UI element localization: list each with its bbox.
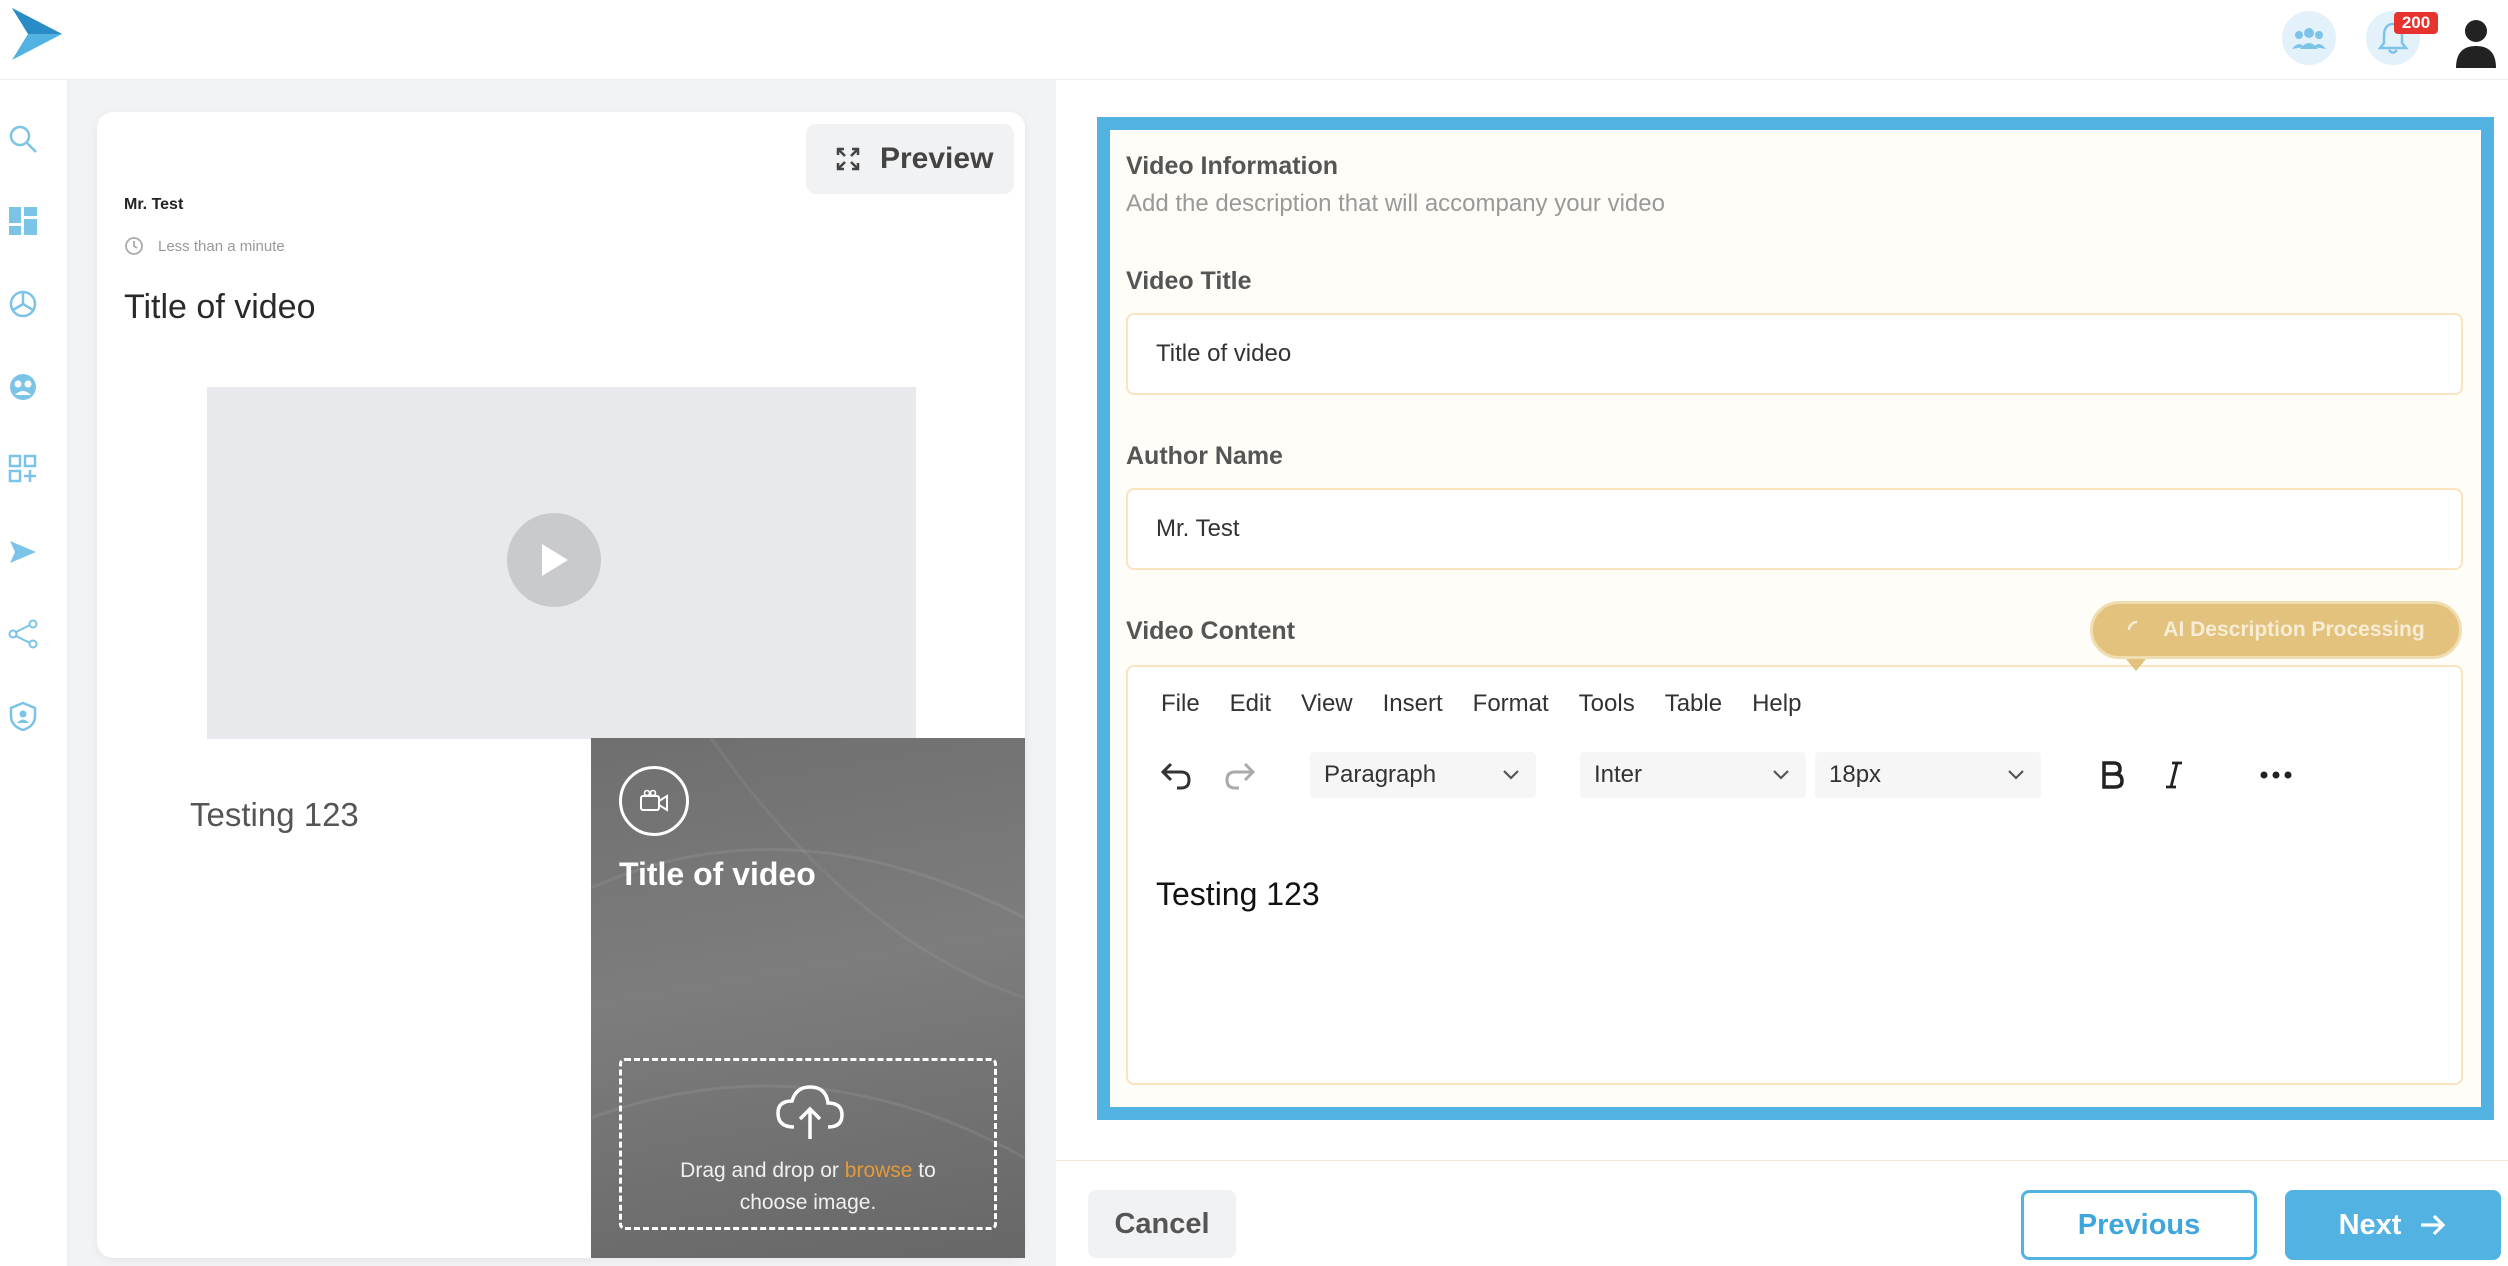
video-title-input[interactable] (1126, 313, 2463, 395)
thumbnail-title: Title of video (619, 856, 816, 892)
menu-table[interactable]: Table (1665, 690, 1722, 718)
next-button-label: Next (2338, 1208, 2402, 1241)
menu-view[interactable]: View (1301, 690, 1353, 718)
dropzone-text-part: to (912, 1159, 936, 1182)
shield-icon[interactable] (6, 699, 40, 733)
send-icon[interactable] (6, 535, 40, 569)
font-family-value: Inter (1594, 761, 1643, 788)
block-format-select[interactable]: Paragraph (1310, 752, 1536, 798)
preview-author: Mr. Test (124, 196, 184, 213)
author-name-input[interactable] (1126, 488, 2463, 570)
ai-description-button[interactable]: AI Description Processing (2090, 601, 2462, 659)
top-bar: 200 (0, 0, 2508, 80)
preview-body-text: Testing 123 (190, 796, 359, 833)
editor-menubar: File Edit View Insert Format Tools Table… (1161, 690, 1831, 718)
chevron-down-icon (2008, 770, 2024, 780)
author-name-label: Author Name (1126, 442, 1283, 470)
video-title-label: Video Title (1126, 267, 1252, 295)
dropzone-text-part: Drag and drop or (680, 1159, 845, 1182)
redo-icon[interactable] (1220, 752, 1260, 798)
menu-insert[interactable]: Insert (1383, 690, 1443, 718)
font-family-select[interactable]: Inter (1580, 752, 1806, 798)
more-options-icon[interactable] (2256, 752, 2296, 798)
image-dropzone[interactable]: Drag and drop or browse to choose image. (619, 1058, 997, 1230)
sidebar (0, 80, 70, 1266)
browse-link[interactable]: browse (845, 1159, 913, 1182)
menu-format[interactable]: Format (1473, 690, 1549, 718)
user-avatar-icon[interactable] (2454, 18, 2498, 68)
previous-button[interactable]: Previous (2021, 1190, 2257, 1260)
section-subtitle: Add the description that will accompany … (1126, 190, 1665, 217)
video-content-label: Video Content (1126, 617, 1295, 645)
read-time-label: Less than a minute (158, 237, 285, 255)
notification-count-badge: 200 (2394, 12, 2438, 34)
block-format-value: Paragraph (1324, 761, 1437, 788)
share-icon[interactable] (6, 617, 40, 651)
menu-file[interactable]: File (1161, 690, 1200, 718)
video-player[interactable] (207, 387, 916, 739)
thumbnail-panel: Title of video Drag and drop or browse t… (591, 738, 1025, 1258)
add-widget-icon[interactable] (6, 452, 40, 486)
menu-help[interactable]: Help (1752, 690, 1801, 718)
audience-icon[interactable] (6, 370, 40, 404)
bold-icon[interactable] (2092, 752, 2132, 798)
cancel-button[interactable]: Cancel (1088, 1190, 1236, 1258)
play-icon[interactable] (507, 513, 601, 607)
section-title: Video Information (1126, 152, 1339, 180)
read-time: Less than a minute (124, 236, 285, 256)
menu-tools[interactable]: Tools (1579, 690, 1635, 718)
spinner-icon (2128, 620, 2138, 631)
menu-edit[interactable]: Edit (1230, 690, 1271, 718)
chevron-down-icon (1503, 770, 1519, 780)
italic-icon[interactable] (2154, 752, 2194, 798)
ai-button-pointer (2126, 659, 2146, 671)
dropzone-text: Drag and drop or browse to choose image. (622, 1155, 994, 1219)
dropzone-text-line2: choose image. (739, 1191, 877, 1214)
font-size-value: 18px (1829, 761, 1882, 788)
clock-icon (125, 237, 143, 255)
preview-title: Title of video (124, 288, 316, 326)
search-icon[interactable] (6, 122, 40, 156)
font-size-select[interactable]: 18px (1815, 752, 2041, 798)
ai-description-label: AI Description Processing (2163, 618, 2425, 641)
arrow-right-icon (2421, 1214, 2446, 1236)
dashboard-icon[interactable] (6, 204, 40, 238)
undo-icon[interactable] (1156, 752, 1196, 798)
analytics-icon[interactable] (6, 287, 40, 321)
video-camera-icon (619, 766, 689, 836)
logo-icon[interactable] (8, 4, 64, 62)
expand-icon (836, 147, 860, 171)
preview-button[interactable]: Preview (806, 124, 1014, 194)
next-button[interactable]: Next (2285, 1190, 2501, 1260)
editor-content[interactable]: Testing 123 (1156, 876, 1320, 913)
preview-button-label: Preview (880, 142, 994, 175)
rich-text-editor[interactable] (1126, 665, 2463, 1085)
chevron-down-icon (1773, 770, 1789, 780)
team-icon[interactable] (2282, 11, 2336, 65)
cloud-upload-icon (776, 1085, 844, 1139)
